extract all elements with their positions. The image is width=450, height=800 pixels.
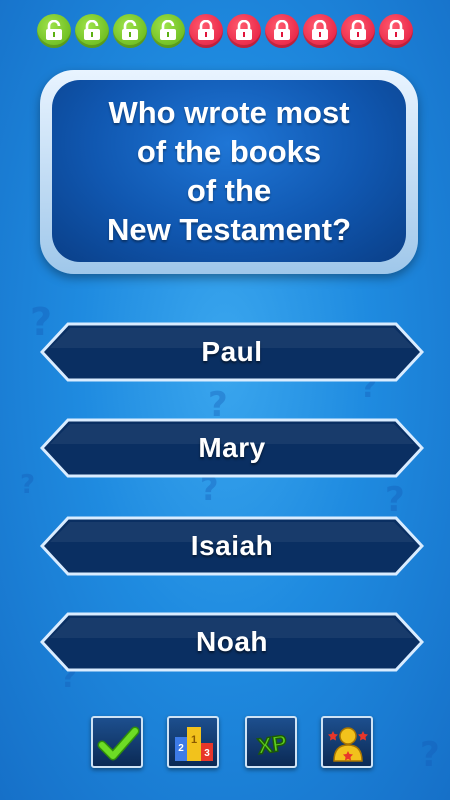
question-mark-decoration: ? [420,735,440,775]
level-lock [303,14,337,48]
unlocked-padlock-icon [160,20,176,40]
answer-label: Mary [198,432,266,463]
answer-label: Paul [201,336,263,367]
question-line: of the books [136,134,322,169]
answer-label: Isaiah [190,530,274,561]
level-lock [151,14,185,48]
question-text: Who wrote most of the books of the New T… [79,93,379,249]
answer-button-1[interactable]: Paul [40,322,424,382]
level-lock [37,14,71,48]
xp-icon: XP [255,729,289,759]
podium-rank-3: 3 [204,748,210,759]
level-lock [379,14,413,48]
question-line: Who wrote most [108,95,350,130]
podium-icon: 2 1 3 [175,727,213,761]
question-mark-decoration: ? [385,480,405,520]
level-progress-bar [37,14,413,50]
checkmark-icon [97,726,140,761]
level-lock [189,14,223,48]
level-lock [265,14,299,48]
locked-padlock-icon [236,20,252,40]
level-lock [227,14,261,48]
level-lock [75,14,109,48]
bottom-toolbar: 2 1 3 XP [91,716,373,770]
check-answer-button[interactable] [91,716,143,768]
locked-padlock-icon [274,20,290,40]
locked-padlock-icon [350,20,366,40]
question-mark-decoration: ? [20,470,36,500]
achievement-person-icon [328,727,368,762]
unlocked-padlock-icon [122,20,138,40]
xp-button[interactable]: XP [245,716,297,768]
level-lock [341,14,375,48]
level-lock [113,14,147,48]
answer-button-2[interactable]: Mary [40,418,424,478]
unlocked-padlock-icon [84,20,100,40]
question-panel-inner: Who wrote most of the books of the New T… [52,80,406,262]
achievements-button[interactable] [321,716,373,768]
leaderboard-button[interactable]: 2 1 3 [167,716,219,768]
question-line: New Testament? [106,212,352,247]
question-panel: Who wrote most of the books of the New T… [40,70,418,274]
answer-label: Noah [196,626,268,657]
locked-padlock-icon [312,20,328,40]
xp-text: XP [256,730,289,759]
answer-button-4[interactable]: Noah [40,612,424,672]
locked-padlock-icon [198,20,214,40]
podium-rank-2: 2 [178,743,184,754]
podium-rank-1: 1 [191,734,197,746]
locked-padlock-icon [388,20,404,40]
unlocked-padlock-icon [46,20,62,40]
question-line: of the [186,173,272,208]
answer-button-3[interactable]: Isaiah [40,516,424,576]
